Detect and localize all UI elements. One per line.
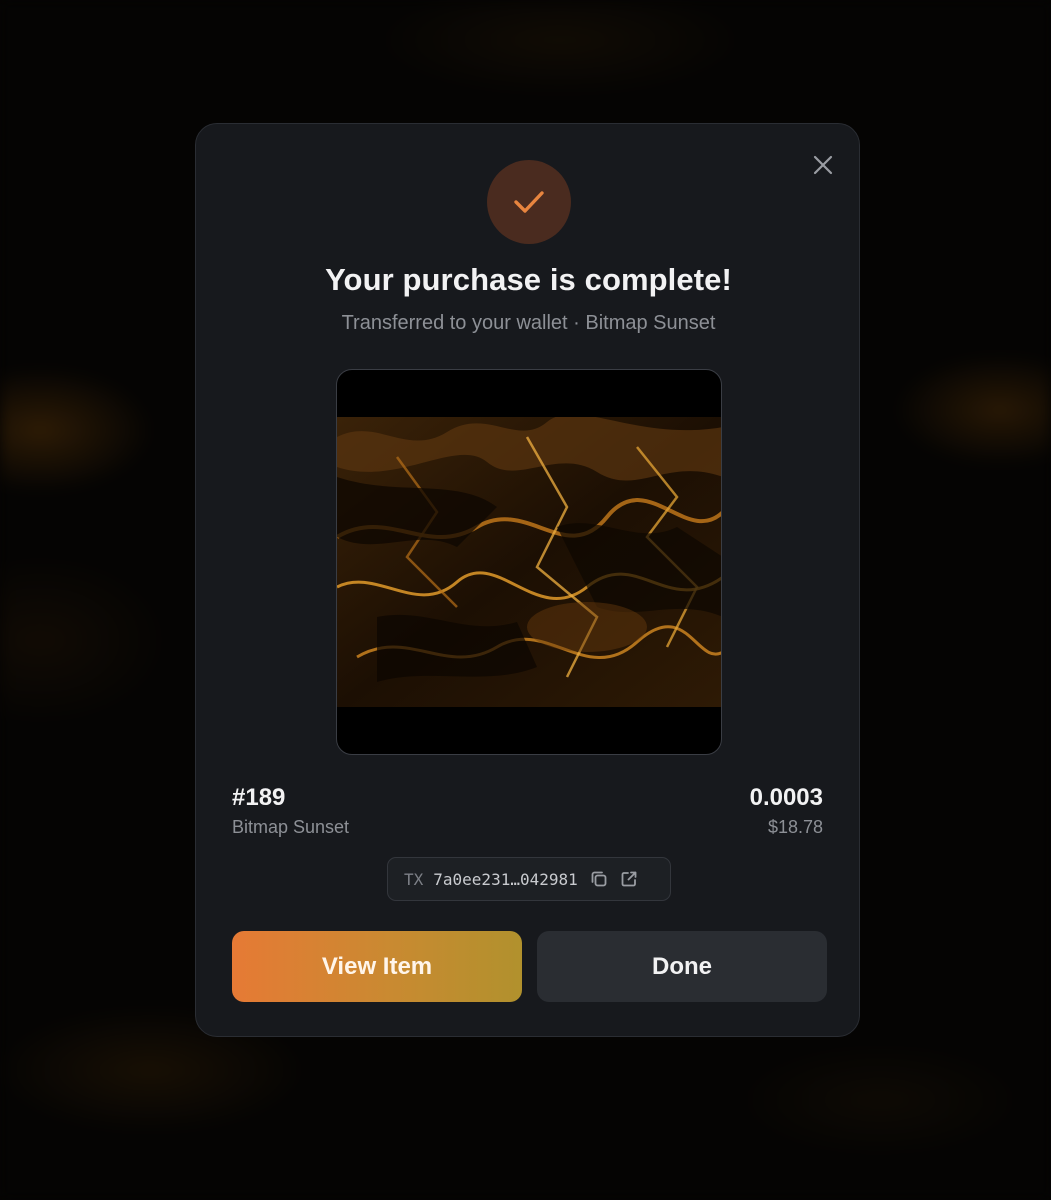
- artwork-image: [337, 417, 721, 707]
- close-icon: [813, 155, 833, 175]
- open-explorer-button[interactable]: [618, 868, 640, 890]
- item-collection: Bitmap Sunset: [232, 817, 350, 837]
- nft-artwork: [336, 369, 722, 755]
- copy-icon: [591, 871, 607, 887]
- purchase-complete-modal: Your purchase is complete! Transferred t…: [195, 123, 860, 1037]
- check-icon: [514, 191, 544, 213]
- item-number: #189: [232, 784, 286, 811]
- modal-title: Your purchase is complete!: [325, 262, 732, 297]
- close-button[interactable]: [806, 148, 840, 182]
- modal-subtitle: Transferred to your wallet · Bitmap Suns…: [341, 312, 716, 334]
- price-usd: $18.78: [767, 817, 823, 837]
- transaction-pill: TX 7a0ee231…042981: [387, 857, 671, 901]
- external-link-icon: [621, 871, 637, 887]
- tx-hash: 7a0ee231…042981: [433, 869, 578, 889]
- tx-label: TX: [404, 869, 424, 889]
- success-badge: [487, 160, 571, 244]
- copy-hash-button[interactable]: [588, 868, 610, 890]
- done-button[interactable]: Done: [537, 931, 827, 1002]
- view-item-button[interactable]: View Item: [232, 931, 522, 1002]
- price-btc: 0.0003: [749, 784, 823, 811]
